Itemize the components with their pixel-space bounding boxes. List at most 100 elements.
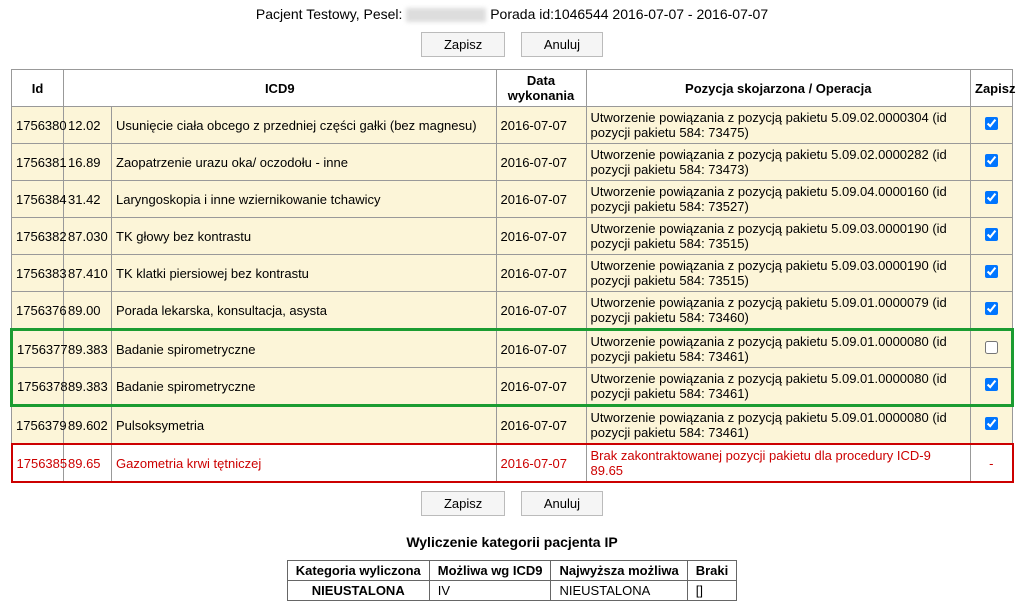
procedures-table: Id ICD9 Data wykonania Pozycja skojarzon… (10, 69, 1014, 483)
cell-operation: Utworzenie powiązania z pozycją pakietu … (586, 406, 971, 445)
cell-date: 2016-07-07 (496, 368, 586, 406)
summary-table: Kategoria wyliczona Możliwa wg ICD9 Najw… (287, 560, 737, 601)
cell-id: 1756379 (12, 406, 64, 445)
save-checkbox[interactable] (985, 341, 998, 354)
cell-icd9-desc: Pulsoksymetria (112, 406, 497, 445)
cell-save (971, 107, 1013, 144)
th-cat: Kategoria wyliczona (287, 561, 429, 581)
cell-id: 1756381 (12, 144, 64, 181)
table-row: 175638589.65Gazometria krwi tętniczej201… (12, 444, 1013, 482)
save-checkbox[interactable] (985, 265, 998, 278)
cell-id: 1756376 (12, 292, 64, 330)
cell-icd9-desc: Badanie spirometryczne (112, 330, 497, 368)
cell-icd9-code: 31.42 (64, 181, 112, 218)
save-button[interactable]: Zapisz (421, 32, 505, 57)
cell-id: 1756385 (12, 444, 64, 482)
cell-date: 2016-07-07 (496, 218, 586, 255)
cell-icd9-code: 16.89 (64, 144, 112, 181)
cell-save (971, 181, 1013, 218)
save-checkbox[interactable] (985, 117, 998, 130)
save-checkbox[interactable] (985, 191, 998, 204)
cell-icd9-code: 89.383 (64, 368, 112, 406)
cancel-button[interactable]: Anuluj (521, 491, 603, 516)
save-checkbox[interactable] (985, 378, 998, 391)
cell-operation: Brak zakontraktowanej pozycji pakietu dl… (586, 444, 971, 482)
cell-save (971, 292, 1013, 330)
cell-icd9-desc: Laryngoskopia i inne wziernikowanie tcha… (112, 181, 497, 218)
th-possible: Możliwa wg ICD9 (429, 561, 551, 581)
table-row: 175637889.383Badanie spirometryczne2016-… (12, 368, 1013, 406)
cancel-button[interactable]: Anuluj (521, 32, 603, 57)
cell-icd9-code: 87.030 (64, 218, 112, 255)
cell-id: 1756384 (12, 181, 64, 218)
pesel-redacted (406, 8, 486, 22)
th-date: Data wykonania (496, 70, 586, 107)
cell-operation: Utworzenie powiązania z pozycją pakietu … (586, 218, 971, 255)
cell-icd9-code: 89.65 (64, 444, 112, 482)
cell-operation: Utworzenie powiązania z pozycją pakietu … (586, 292, 971, 330)
cell-id: 1756380 (12, 107, 64, 144)
cell-save (971, 330, 1013, 368)
sum-possible: IV (429, 581, 551, 601)
cell-id: 1756383 (12, 255, 64, 292)
header-prefix: Pacjent Testowy, Pesel: (256, 6, 403, 22)
th-highest: Najwyższa możliwa (551, 561, 687, 581)
th-icd9: ICD9 (64, 70, 497, 107)
cell-date: 2016-07-07 (496, 107, 586, 144)
cell-icd9-desc: Badanie spirometryczne (112, 368, 497, 406)
cell-icd9-code: 89.383 (64, 330, 112, 368)
cell-icd9-desc: Zaopatrzenie urazu oka/ oczodołu - inne (112, 144, 497, 181)
cell-operation: Utworzenie powiązania z pozycją pakietu … (586, 107, 971, 144)
table-row: 175637689.00Porada lekarska, konsultacja… (12, 292, 1013, 330)
table-row: 175637989.602Pulsoksymetria2016-07-07Utw… (12, 406, 1013, 445)
cell-save (971, 144, 1013, 181)
th-op: Pozycja skojarzona / Operacja (586, 70, 971, 107)
summary-row: NIEUSTALONA IV NIEUSTALONA [] (287, 581, 736, 601)
bottom-button-row: Zapisz Anuluj (10, 491, 1014, 516)
cell-save (971, 255, 1013, 292)
summary-header-row: Kategoria wyliczona Możliwa wg ICD9 Najw… (287, 561, 736, 581)
sum-missing: [] (687, 581, 737, 601)
table-header-row: Id ICD9 Data wykonania Pozycja skojarzon… (12, 70, 1013, 107)
cell-save: - (971, 444, 1013, 482)
table-row: 175637789.383Badanie spirometryczne2016-… (12, 330, 1013, 368)
th-save: Zapisz (971, 70, 1013, 107)
save-checkbox[interactable] (985, 302, 998, 315)
cell-icd9-desc: Porada lekarska, konsultacja, asysta (112, 292, 497, 330)
cell-icd9-code: 12.02 (64, 107, 112, 144)
table-row: 175638387.410TK klatki piersiowej bez ko… (12, 255, 1013, 292)
cell-date: 2016-07-07 (496, 181, 586, 218)
top-button-row: Zapisz Anuluj (10, 32, 1014, 57)
save-button[interactable]: Zapisz (421, 491, 505, 516)
th-id: Id (12, 70, 64, 107)
table-row: 175638012.02Usunięcie ciała obcego z prz… (12, 107, 1013, 144)
cell-operation: Utworzenie powiązania z pozycją pakietu … (586, 255, 971, 292)
header-suffix: Porada id:1046544 2016-07-07 - 2016-07-0… (490, 6, 768, 22)
cell-operation: Utworzenie powiązania z pozycją pakietu … (586, 181, 971, 218)
cell-icd9-code: 87.410 (64, 255, 112, 292)
save-checkbox[interactable] (985, 228, 998, 241)
cell-date: 2016-07-07 (496, 144, 586, 181)
save-checkbox[interactable] (985, 417, 998, 430)
cell-operation: Utworzenie powiązania z pozycją pakietu … (586, 368, 971, 406)
table-row: 175638431.42Laryngoskopia i inne wzierni… (12, 181, 1013, 218)
cell-save (971, 406, 1013, 445)
cell-date: 2016-07-07 (496, 330, 586, 368)
cell-icd9-code: 89.00 (64, 292, 112, 330)
cell-date: 2016-07-07 (496, 255, 586, 292)
cell-date: 2016-07-07 (496, 444, 586, 482)
sum-highest: NIEUSTALONA (551, 581, 687, 601)
summary-title: Wyliczenie kategorii pacjenta IP (10, 534, 1014, 550)
cell-icd9-desc: Gazometria krwi tętniczej (112, 444, 497, 482)
save-checkbox[interactable] (985, 154, 998, 167)
cell-icd9-desc: TK klatki piersiowej bez kontrastu (112, 255, 497, 292)
cell-icd9-code: 89.602 (64, 406, 112, 445)
cell-icd9-desc: Usunięcie ciała obcego z przedniej częśc… (112, 107, 497, 144)
cell-id: 1756382 (12, 218, 64, 255)
table-row: 175638287.030TK głowy bez kontrastu2016-… (12, 218, 1013, 255)
th-missing: Braki (687, 561, 737, 581)
cell-date: 2016-07-07 (496, 406, 586, 445)
cell-id: 1756378 (12, 368, 64, 406)
sum-cat: NIEUSTALONA (287, 581, 429, 601)
cell-date: 2016-07-07 (496, 292, 586, 330)
